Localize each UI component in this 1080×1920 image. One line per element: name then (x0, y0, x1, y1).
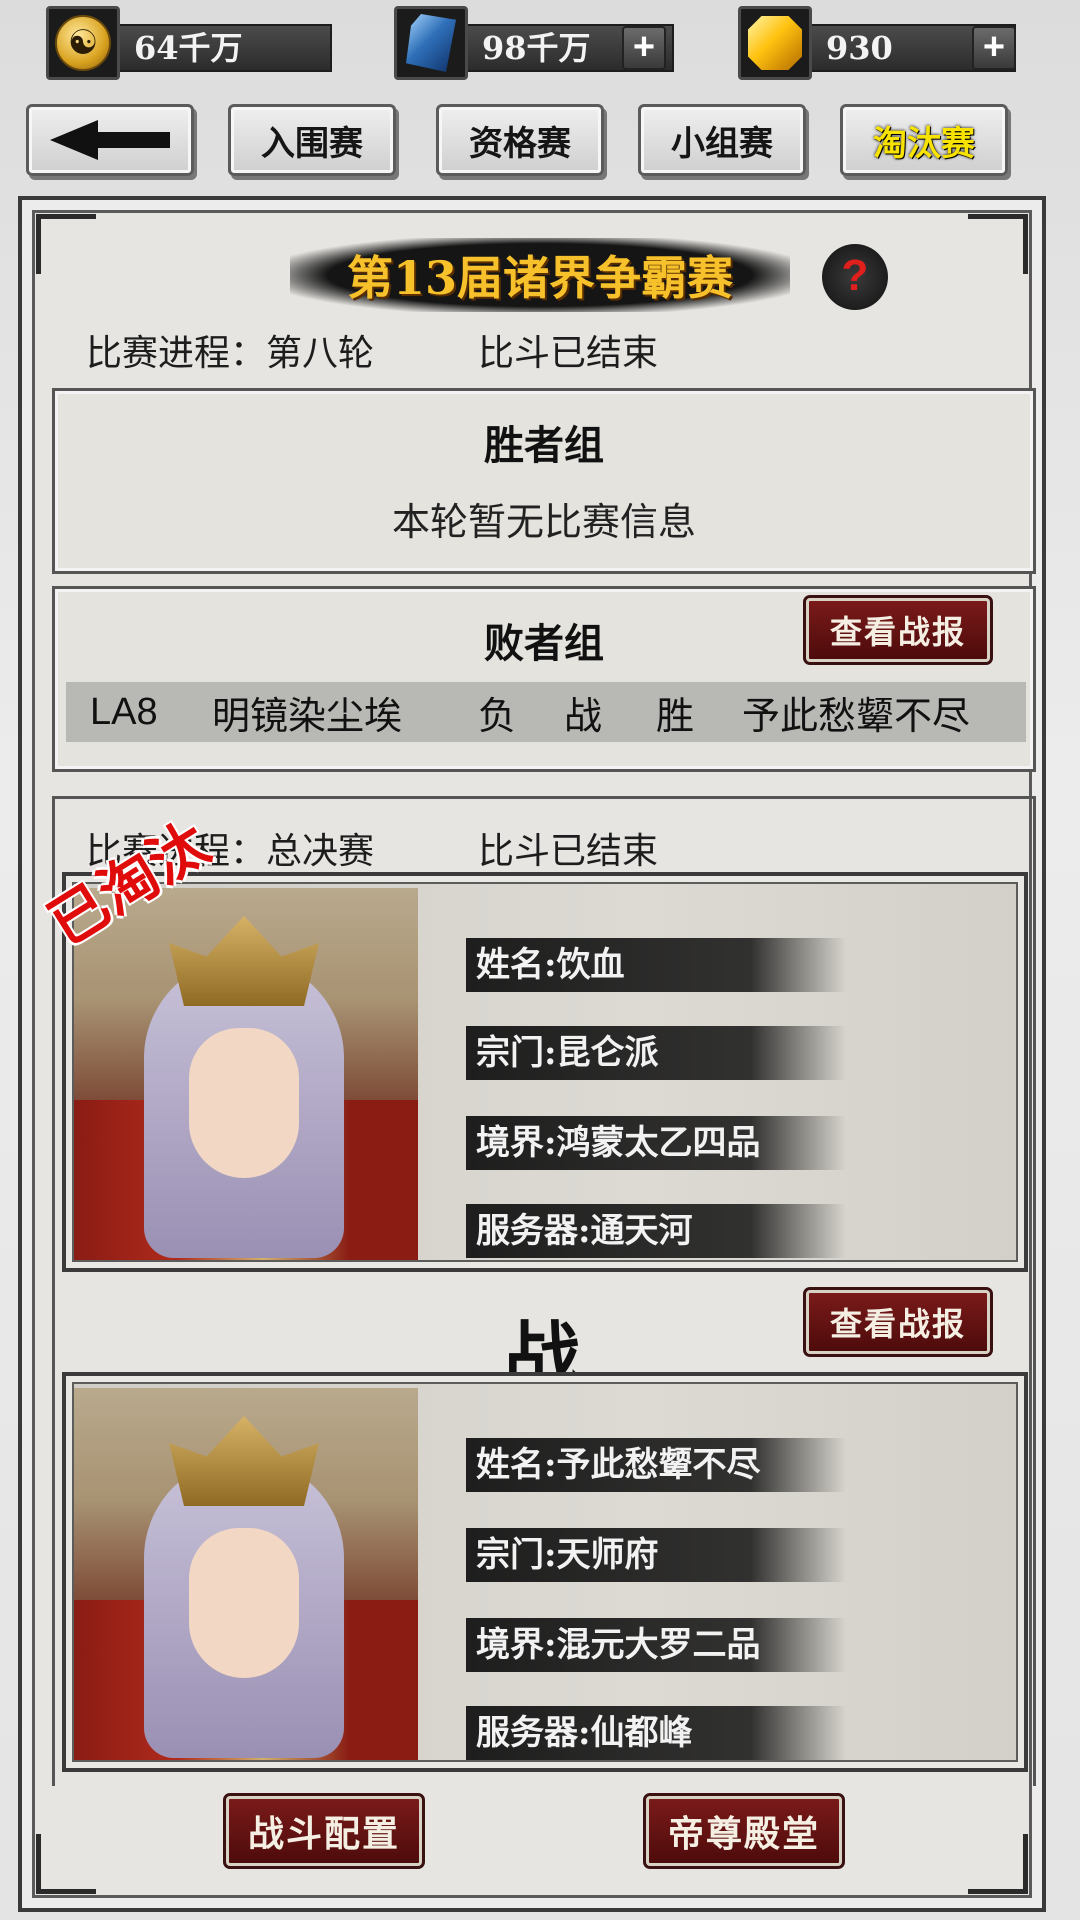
match-player-a: 明镜染尘埃 (212, 695, 403, 738)
match-player-b: 予此愁颦不尽 (742, 695, 971, 738)
fighter-portrait (74, 888, 418, 1260)
fighter-card-top[interactable]: 姓名:饮血 宗门:昆仑派 境界:鸿蒙太乙四品 服务器:通天河 (62, 872, 1028, 1272)
emperor-hall-button[interactable]: 帝尊殿堂 (643, 1793, 845, 1869)
winners-group-title: 胜者组 (484, 422, 604, 469)
fighter-server: 服务器:通天河 (466, 1204, 846, 1258)
yin-yang-coin-icon (46, 6, 120, 80)
tab-qualification[interactable]: 资格赛 (436, 104, 604, 176)
tournament-title: 第13届诸界争霸赛 (290, 238, 790, 312)
view-report-button[interactable]: 查看战报 (803, 595, 993, 665)
tab-qualifier-entry[interactable]: 入围赛 (228, 104, 396, 176)
coin-amount: 64千万 (110, 24, 332, 72)
match-result-lose: 负 (478, 695, 517, 738)
fighter-realm: 境界:鸿蒙太乙四品 (466, 1116, 846, 1170)
fighter-card-bottom[interactable]: 姓名:予此愁颦不尽 宗门:天师府 境界:混元大罗二品 服务器:仙都峰 (62, 1372, 1028, 1772)
final-report-button[interactable]: 查看战报 (803, 1287, 993, 1357)
fighter-sect: 宗门:天师府 (466, 1528, 846, 1582)
fighter-name: 姓名:予此愁颦不尽 (466, 1438, 846, 1492)
add-crystal-button[interactable]: + (622, 26, 666, 70)
final-state: 比斗已结束 (478, 830, 659, 871)
blue-crystal-icon (394, 6, 468, 80)
tab-knockout[interactable]: 淘汰赛 (840, 104, 1008, 176)
match-result-win: 胜 (656, 695, 695, 738)
round-state: 比斗已结束 (478, 332, 659, 373)
fighter-portrait (74, 1388, 418, 1760)
corner-ornament (968, 1834, 1028, 1894)
winners-empty-text: 本轮暂无比赛信息 (391, 502, 696, 544)
fighter-name: 姓名:饮血 (466, 938, 846, 992)
help-button[interactable]: ? (822, 244, 888, 310)
back-arrow-icon (50, 120, 170, 160)
battle-config-button[interactable]: 战斗配置 (223, 1793, 425, 1869)
match-server: LA8 (90, 690, 158, 733)
back-button[interactable] (26, 104, 194, 176)
crystal-resource: 98千万 + (394, 6, 674, 80)
corner-ornament (36, 1834, 96, 1894)
match-result-vs: 战 (564, 695, 603, 738)
fighter-realm: 境界:混元大罗二品 (466, 1618, 846, 1672)
corner-ornament (968, 214, 1028, 274)
fighter-server: 服务器:仙都峰 (466, 1706, 846, 1760)
round-progress: 比赛进程：第八轮 (86, 332, 375, 373)
coin-resource: 64千万 (46, 6, 332, 80)
fighter-sect: 宗门:昆仑派 (466, 1026, 846, 1080)
add-gold-button[interactable]: + (972, 26, 1016, 70)
gold-gem-icon (738, 6, 812, 80)
gold-resource: 930 + (738, 6, 1018, 80)
tab-group-stage[interactable]: 小组赛 (638, 104, 806, 176)
corner-ornament (36, 214, 96, 274)
losers-match-row[interactable]: LA8 明镜染尘埃 负 战 胜 予此愁颦不尽 (66, 682, 1026, 742)
winners-group: 胜者组 本轮暂无比赛信息 (52, 388, 1036, 574)
